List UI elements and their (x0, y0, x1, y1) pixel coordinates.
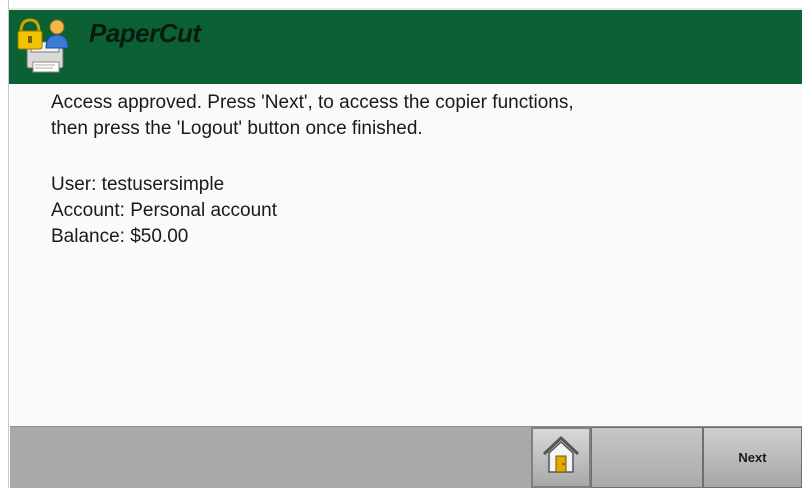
home-button[interactable] (531, 427, 591, 488)
copier-screen: PaperCut Access approved. Press 'Next', … (0, 0, 802, 488)
brand-name: PaperCut (89, 18, 201, 48)
balance-line: Balance: $50.00 (51, 226, 189, 247)
account-line: Account: Personal account (51, 200, 278, 221)
home-icon (541, 434, 581, 481)
message-line: Access approved. Press 'Next', to access… (51, 92, 574, 113)
user-line: User: testusersimple (51, 174, 225, 195)
header-bar: PaperCut (9, 8, 802, 84)
account-details: User: testusersimple Account: Personal a… (51, 172, 277, 250)
blank-button[interactable] (591, 427, 703, 488)
next-button[interactable]: Next (703, 427, 802, 488)
access-message: Access approved. Press 'Next', to access… (51, 90, 574, 142)
papercut-logo-icon (13, 14, 79, 78)
message-line: then press the 'Logout' button once fini… (51, 118, 423, 139)
left-border (0, 0, 9, 488)
